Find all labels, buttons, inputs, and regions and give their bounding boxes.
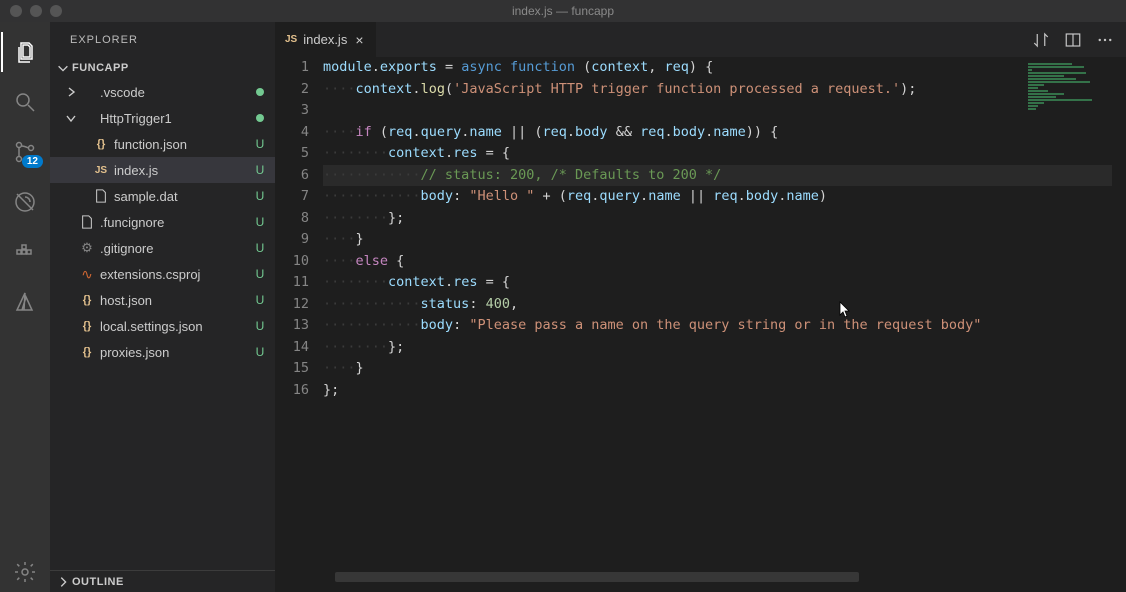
file-label: index.js xyxy=(114,163,253,178)
git-status: U xyxy=(253,163,267,177)
file-label: function.json xyxy=(114,137,253,152)
activity-scm[interactable]: 12 xyxy=(1,132,49,172)
file-tree-item[interactable]: {} proxies.jsonU xyxy=(50,339,275,365)
chevron-right-icon xyxy=(56,575,70,589)
chevron-right-icon[interactable] xyxy=(64,87,78,97)
activity-explorer[interactable] xyxy=(1,32,49,72)
file-tree-item[interactable]: ∿ extensions.csprojU xyxy=(50,261,275,287)
close-window-icon[interactable] xyxy=(10,5,22,17)
sidebar-title: EXPLORER xyxy=(50,22,275,57)
file-label: local.settings.json xyxy=(100,319,253,334)
file-label: .vscode xyxy=(100,85,253,100)
compare-icon[interactable] xyxy=(1032,31,1050,49)
window-controls[interactable] xyxy=(0,5,62,17)
file-icon xyxy=(78,215,96,229)
file-icon: JS xyxy=(92,165,110,176)
file-label: sample.dat xyxy=(114,189,253,204)
close-icon[interactable]: × xyxy=(353,32,365,48)
git-status: U xyxy=(253,189,267,203)
file-tree-item[interactable]: .vscode xyxy=(50,79,275,105)
sidebar-section-project[interactable]: FUNCAPP xyxy=(50,57,275,79)
file-label: HttpTrigger1 xyxy=(100,111,253,126)
file-icon xyxy=(92,189,110,203)
git-status: U xyxy=(253,267,267,281)
activitybar: 12 xyxy=(0,22,50,592)
files-icon xyxy=(14,40,38,64)
azure-icon xyxy=(13,290,37,314)
titlebar: index.js — funcapp xyxy=(0,0,1126,22)
file-icon: ∿ xyxy=(78,266,96,283)
file-label: .funcignore xyxy=(100,215,253,230)
gear-icon xyxy=(13,560,37,584)
activity-settings[interactable] xyxy=(1,552,49,592)
file-tree-item[interactable]: ⚙ .gitignoreU xyxy=(50,235,275,261)
file-tree-item[interactable]: {} local.settings.jsonU xyxy=(50,313,275,339)
activity-search[interactable] xyxy=(1,82,49,122)
git-status xyxy=(253,111,267,125)
minimize-window-icon[interactable] xyxy=(30,5,42,17)
git-status: U xyxy=(253,319,267,333)
git-status: U xyxy=(253,215,267,229)
file-icon: {} xyxy=(78,320,96,332)
tab-index-js[interactable]: JS index.js × xyxy=(275,22,377,57)
docker-icon xyxy=(13,240,37,264)
window-title: index.js — funcapp xyxy=(512,4,614,18)
file-label: proxies.json xyxy=(100,345,253,360)
file-tree-item[interactable]: JS index.jsU xyxy=(50,157,275,183)
code-area[interactable]: 12345678910111213141516 module.exports =… xyxy=(275,57,1126,592)
file-icon: {} xyxy=(78,294,96,306)
sidebar-section-outline[interactable]: OUTLINE xyxy=(50,570,275,592)
project-name: FUNCAPP xyxy=(72,62,129,74)
activity-azure[interactable] xyxy=(1,282,49,322)
file-label: host.json xyxy=(100,293,253,308)
search-icon xyxy=(13,90,37,114)
split-editor-icon[interactable] xyxy=(1064,31,1082,49)
activity-docker[interactable] xyxy=(1,232,49,272)
git-status xyxy=(253,85,267,99)
git-status: U xyxy=(253,345,267,359)
minimap[interactable] xyxy=(1028,63,1108,111)
file-tree-item[interactable]: sample.datU xyxy=(50,183,275,209)
git-status: U xyxy=(253,241,267,255)
file-icon: {} xyxy=(92,138,110,150)
tab-label: index.js xyxy=(303,32,347,47)
line-gutter: 12345678910111213141516 xyxy=(275,57,323,592)
file-tree-item[interactable]: .funcignoreU xyxy=(50,209,275,235)
git-status: U xyxy=(253,137,267,151)
file-icon: ⚙ xyxy=(78,240,96,256)
scrollbar-thumb[interactable] xyxy=(335,572,859,582)
file-icon: {} xyxy=(78,346,96,358)
file-tree-item[interactable]: {} function.jsonU xyxy=(50,131,275,157)
maximize-window-icon[interactable] xyxy=(50,5,62,17)
file-label: .gitignore xyxy=(100,241,253,256)
more-icon[interactable] xyxy=(1096,31,1114,49)
code-content[interactable]: module.exports = async function (context… xyxy=(323,57,1126,592)
file-tree-item[interactable]: HttpTrigger1 xyxy=(50,105,275,131)
overview-ruler[interactable] xyxy=(1112,57,1126,592)
chevron-down-icon xyxy=(56,61,70,75)
js-icon: JS xyxy=(285,34,297,45)
tab-bar: JS index.js × xyxy=(275,22,1126,57)
outline-label: OUTLINE xyxy=(72,576,124,588)
editor: JS index.js × 12345678910111213141516 mo… xyxy=(275,22,1126,592)
git-status: U xyxy=(253,293,267,307)
scm-badge: 12 xyxy=(22,155,43,168)
file-tree: .vscodeHttpTrigger1{}function.jsonUJSind… xyxy=(50,79,275,365)
activity-debug[interactable] xyxy=(1,182,49,222)
file-label: extensions.csproj xyxy=(100,267,253,282)
file-tree-item[interactable]: {} host.jsonU xyxy=(50,287,275,313)
debug-icon xyxy=(13,190,37,214)
mouse-cursor-icon xyxy=(839,301,851,319)
sidebar: EXPLORER FUNCAPP .vscode HttpTrigger1 {} fu… xyxy=(50,22,275,592)
horizontal-scrollbar[interactable] xyxy=(335,572,1106,582)
chevron-down-icon[interactable] xyxy=(64,113,78,123)
